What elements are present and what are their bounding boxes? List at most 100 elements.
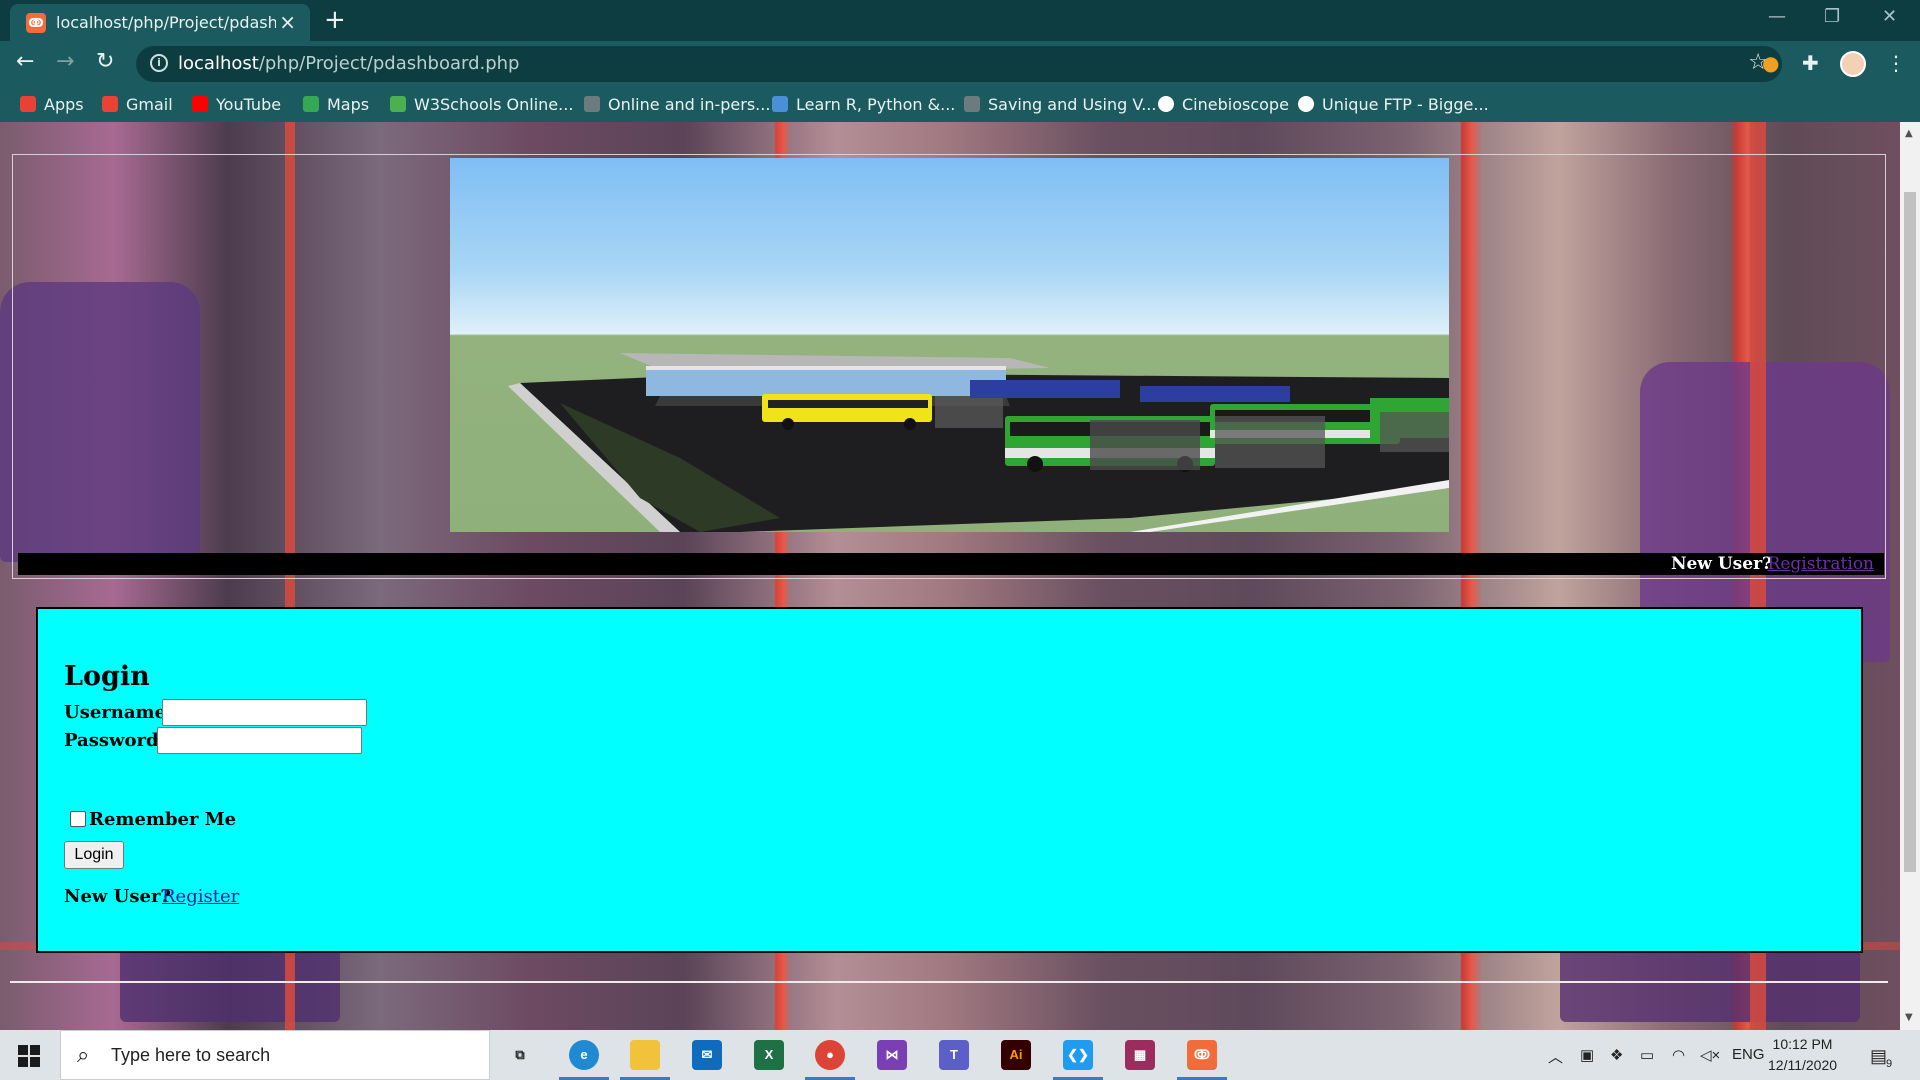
tray-device-icon[interactable]: ▣ — [1580, 1046, 1594, 1064]
new-user-question: New User? — [1670, 554, 1772, 574]
login-form-panel: Login Username: Password: Remember Me Lo… — [36, 607, 1863, 953]
illustrator-icon[interactable]: Ai — [1001, 1040, 1031, 1070]
register-link[interactable]: Register — [162, 886, 239, 907]
wifi-icon[interactable]: ◠ — [1672, 1046, 1685, 1064]
shield-icon — [772, 96, 788, 112]
bookmark-cinebioscope[interactable]: Cinebioscope — [1158, 95, 1289, 114]
bookmark-online-in-person[interactable]: Online and in-pers... — [584, 95, 770, 114]
login-heading: Login — [64, 661, 150, 692]
bookmark-label: Unique FTP - Bigge... — [1322, 95, 1489, 114]
profile-avatar[interactable] — [1840, 51, 1866, 77]
teams-icon[interactable]: T — [939, 1040, 969, 1070]
browser-tab-strip: ↂ localhost/php/Project/pdashboar × + — … — [0, 0, 1920, 41]
bus-terminal-banner-image — [450, 158, 1449, 532]
remember-me-checkbox[interactable] — [70, 811, 86, 827]
xampp-icon: ↂ — [26, 13, 46, 33]
extensions-puzzle-icon[interactable]: ✚ — [1802, 51, 1819, 75]
windows-taskbar: ⌕ Type here to search ⧉ e ✉ X ● ⋈ T Ai ❮… — [0, 1030, 1920, 1080]
url-host: localhost — [178, 53, 259, 74]
visual-studio-icon[interactable]: ⋈ — [877, 1040, 907, 1070]
task-view-icon[interactable]: ⧉ — [505, 1040, 535, 1070]
remember-me-label: Remember Me — [89, 809, 237, 830]
scroll-down-arrow-icon[interactable]: ▼ — [1905, 1012, 1913, 1023]
bookmark-label: Maps — [327, 95, 370, 114]
footer-divider — [10, 981, 1888, 983]
bookmark-gmail[interactable]: Gmail — [102, 95, 173, 114]
dropbox-icon[interactable]: ❖ — [1610, 1046, 1623, 1064]
gmail-icon — [102, 96, 118, 112]
bookmark-unique-ftp[interactable]: Unique FTP - Bigge... — [1298, 95, 1489, 114]
mail-icon[interactable]: ✉ — [692, 1040, 722, 1070]
site-info-icon[interactable]: i — [150, 54, 168, 72]
address-bar[interactable]: i localhost/php/Project/pdashboard.php ☆ — [136, 46, 1782, 82]
system-clock[interactable]: 10:12 PM 12/11/2020 — [1768, 1034, 1837, 1076]
restore-window-icon[interactable]: ❐ — [1824, 6, 1840, 27]
globe-icon — [1158, 96, 1174, 112]
battery-icon[interactable]: ▭ — [1640, 1046, 1654, 1064]
forward-arrow-icon[interactable]: → — [56, 49, 74, 74]
browser-menu-icon[interactable]: ⋮ — [1886, 51, 1906, 75]
edge-icon[interactable]: e — [569, 1040, 599, 1070]
username-input[interactable] — [162, 699, 367, 726]
notification-count: 9 — [1886, 1058, 1893, 1070]
bookmark-label: Online and in-pers... — [608, 95, 771, 114]
bookmark-label: Apps — [44, 95, 84, 114]
w3schools-icon — [390, 96, 406, 112]
notification-icon[interactable]: ▤ — [1870, 1046, 1887, 1067]
password-input[interactable] — [157, 727, 362, 754]
windows-start-icon[interactable] — [18, 1045, 40, 1067]
language-indicator[interactable]: ENG — [1732, 1046, 1765, 1063]
bookmark-label: W3Schools Online... — [414, 95, 574, 114]
search-icon: ⌕ — [77, 1043, 90, 1068]
apps-grid-icon — [20, 96, 36, 112]
bookmark-maps[interactable]: Maps — [303, 95, 369, 114]
bookmark-saving-and-using[interactable]: Saving and Using V... — [964, 95, 1156, 114]
excel-icon[interactable]: X — [754, 1040, 784, 1070]
page-viewport: New User? Registration Login Username: P… — [0, 122, 1900, 1030]
xampp-icon[interactable]: ↂ — [1187, 1040, 1217, 1070]
new-tab-icon[interactable]: + — [324, 5, 346, 35]
scrollbar-thumb[interactable] — [1904, 192, 1916, 872]
bookmarks-bar: Apps Gmail YouTube Maps W3Schools Online… — [0, 87, 1920, 122]
url-path: /php/Project/pdashboard.php — [258, 53, 520, 74]
file-explorer-icon[interactable] — [630, 1040, 660, 1070]
globe-icon — [584, 96, 600, 112]
bookmark-label: Learn R, Python &... — [796, 95, 956, 114]
registration-link[interactable]: Registration — [1768, 554, 1874, 574]
minimize-window-icon[interactable]: — — [1768, 6, 1786, 27]
url-text[interactable]: localhost/php/Project/pdashboard.php — [178, 53, 519, 74]
vscode-icon[interactable]: ❮❯ — [1063, 1040, 1093, 1070]
new-user-question: New User? — [64, 886, 171, 907]
extension-fox-icon[interactable]: ● — [1762, 51, 1779, 75]
clock-time: 10:12 PM — [1772, 1036, 1833, 1052]
bookmark-apps[interactable]: Apps — [20, 95, 84, 114]
taskbar-search-box[interactable]: ⌕ Type here to search — [60, 1030, 490, 1080]
reload-icon[interactable]: ↻ — [96, 49, 114, 74]
back-arrow-icon[interactable]: ← — [16, 49, 34, 74]
scroll-up-arrow-icon[interactable]: ▲ — [1905, 128, 1913, 139]
tray-chevron-up-icon[interactable]: ︿ — [1548, 1046, 1563, 1067]
registration-bar: New User? Registration — [18, 553, 1884, 575]
tab-title: localhost/php/Project/pdashboar — [56, 13, 276, 32]
close-window-icon[interactable]: ✕ — [1882, 6, 1897, 27]
globe-icon — [1298, 96, 1314, 112]
bookmark-label: Cinebioscope — [1182, 95, 1289, 114]
login-button[interactable]: Login — [64, 841, 124, 869]
winrar-icon[interactable]: ▦ — [1125, 1040, 1155, 1070]
bus-terminal-illustration — [508, 353, 1449, 532]
chrome-icon[interactable]: ● — [815, 1040, 845, 1070]
username-label: Username: — [64, 702, 173, 723]
browser-toolbar: ← → ↻ i localhost/php/Project/pdashboard… — [0, 41, 1920, 87]
bookmark-label: Gmail — [126, 95, 173, 114]
bookmark-w3schools[interactable]: W3Schools Online... — [390, 95, 573, 114]
bookmark-label: YouTube — [216, 95, 282, 114]
bookmark-youtube[interactable]: YouTube — [192, 95, 281, 114]
browser-tab-active[interactable]: ↂ localhost/php/Project/pdashboar × — [10, 4, 310, 41]
bookmark-label: Saving and Using V... — [988, 95, 1157, 114]
page-scrollbar[interactable]: ▲ ▼ — [1900, 122, 1920, 1030]
password-label: Password: — [64, 730, 166, 751]
search-placeholder: Type here to search — [111, 1045, 271, 1065]
volume-muted-icon[interactable]: ◁× — [1700, 1046, 1720, 1064]
close-tab-icon[interactable]: × — [279, 10, 296, 34]
bookmark-learn-r-python[interactable]: Learn R, Python &... — [772, 95, 955, 114]
